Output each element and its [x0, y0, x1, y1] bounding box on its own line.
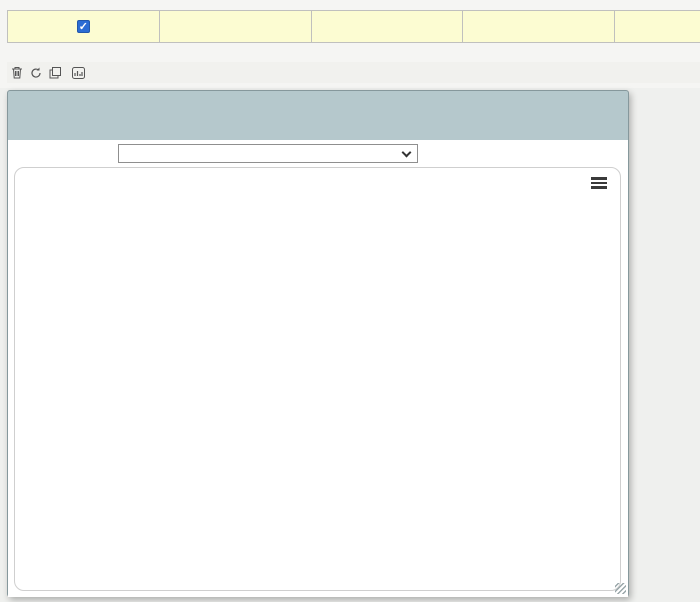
- toolbar: [7, 62, 700, 83]
- row-checkbox[interactable]: ✓: [76, 19, 90, 33]
- results-table-wrap: ✓: [7, 10, 700, 62]
- profit-sparkline: [654, 15, 700, 35]
- results-table: ✓: [7, 10, 700, 43]
- profit-chart-panel[interactable]: [14, 167, 621, 591]
- player-report-dialog: [7, 90, 629, 597]
- visualize-icon: [72, 66, 85, 79]
- visualize-button[interactable]: [72, 66, 89, 79]
- chevron-down-icon: [401, 147, 412, 158]
- add-stat-button[interactable]: [49, 66, 65, 79]
- page: ✓: [0, 0, 700, 602]
- country-cell: [310, 10, 464, 43]
- resize-handle[interactable]: [615, 583, 626, 594]
- graph-type-select[interactable]: [118, 144, 418, 163]
- table-row[interactable]: ✓: [7, 10, 700, 43]
- filter-cell: [462, 10, 616, 43]
- profit-chart-svg: [15, 168, 620, 560]
- results-table-section: ✓: [0, 0, 700, 88]
- dialog-content: [8, 140, 628, 597]
- refresh-button[interactable]: [30, 67, 42, 79]
- trash-icon: [12, 67, 22, 79]
- refresh-icon: [31, 67, 41, 78]
- delete-button[interactable]: [11, 66, 23, 79]
- copy-plus-icon: [49, 66, 61, 78]
